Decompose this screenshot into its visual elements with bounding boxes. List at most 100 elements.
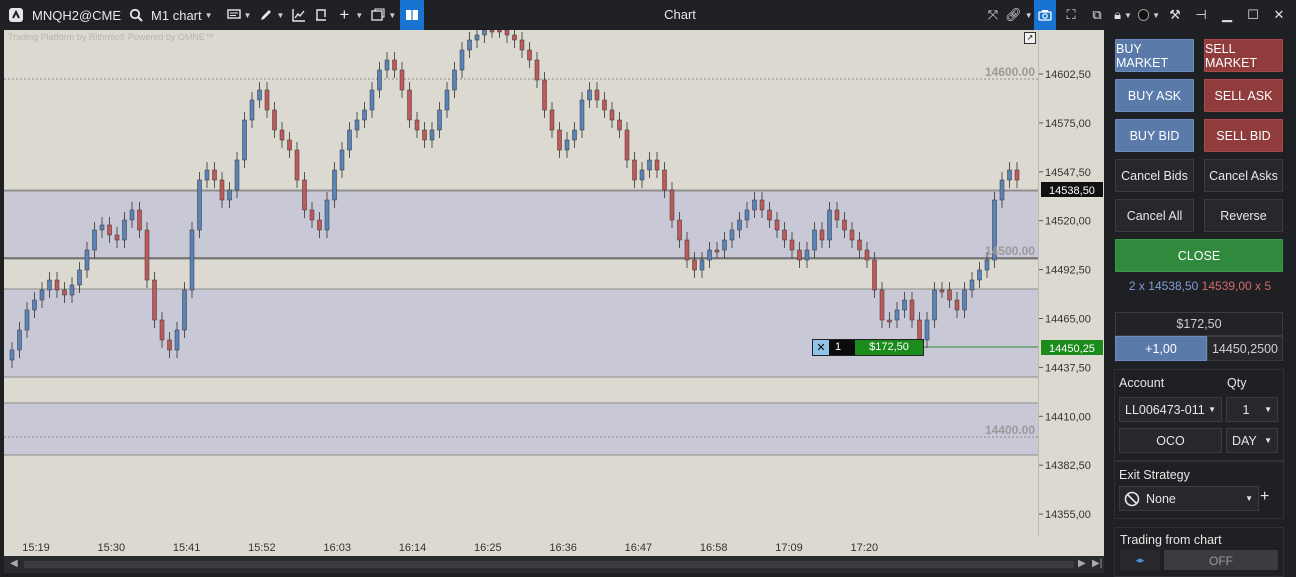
- order-widget[interactable]: ✕ 1 $172,50: [812, 339, 924, 356]
- sell-market-button[interactable]: SELL MARKET: [1204, 39, 1283, 72]
- candle-body: [24, 309, 30, 331]
- candle-body: [519, 39, 525, 51]
- chevron-down-icon: ▼: [1208, 405, 1216, 414]
- exit-strategy-value: None: [1146, 491, 1176, 506]
- exit-strategy-select[interactable]: None ▼: [1119, 486, 1259, 511]
- time-axis[interactable]: 15:19 15:30 15:41 15:52 16:03 16:14 16:25 16:36…: [4, 536, 1104, 556]
- candle-body: [219, 179, 225, 201]
- screenshot-button[interactable]: [1034, 0, 1056, 30]
- lock-button[interactable]: 🔒︎ ▼: [1112, 0, 1134, 30]
- detach-icon: ⧉: [1092, 7, 1102, 22]
- close-window-button[interactable]: ✕: [1268, 0, 1290, 30]
- exit-strategy-label: Exit Strategy: [1119, 468, 1190, 482]
- trading-arrows[interactable]: ◂▸: [1120, 550, 1160, 570]
- chevron-down-icon: ▼: [1264, 405, 1272, 414]
- pencil-icon: [261, 10, 272, 20]
- candle-body: [47, 279, 52, 291]
- candle-body: [557, 129, 562, 151]
- candle-body: [857, 239, 862, 251]
- scroll-right-icon[interactable]: ▶: [1078, 558, 1086, 569]
- indicator-icon: [292, 9, 306, 22]
- add-study-dropdown[interactable]: + ▼: [332, 0, 367, 30]
- chevron-down-icon: ▼: [388, 10, 397, 20]
- link-button[interactable]: 🔗︎ ▼: [1005, 0, 1032, 30]
- cancel-all-button[interactable]: Cancel All: [1115, 199, 1194, 232]
- tools-button[interactable]: ⚒: [1164, 0, 1186, 30]
- buy-market-button[interactable]: BUY MARKET: [1115, 39, 1194, 72]
- candle-body: [564, 139, 570, 151]
- candle-body: [264, 89, 270, 111]
- chart-type-dropdown[interactable]: ▼: [223, 0, 256, 30]
- account-select[interactable]: LL006473-011 ▼: [1119, 397, 1222, 422]
- buy-bid-button[interactable]: BUY BID: [1115, 119, 1194, 152]
- candle-body: [962, 289, 967, 311]
- drawing-tools-dropdown[interactable]: ▼: [255, 0, 288, 30]
- candle-body: [774, 219, 780, 231]
- cancel-bids-button[interactable]: Cancel Bids: [1115, 159, 1194, 192]
- time-tick-label: 16:58: [700, 542, 728, 554]
- chart-scrollbar[interactable]: ◀ ▶ ▶|: [4, 556, 1104, 573]
- fullscreen-button[interactable]: ⛶: [1060, 0, 1082, 30]
- scroll-left-icon[interactable]: ◀: [10, 558, 18, 569]
- color-button[interactable]: ▼: [1138, 0, 1160, 30]
- reverse-button[interactable]: Reverse: [1204, 199, 1283, 232]
- candle-body: [144, 229, 150, 281]
- minimize-button[interactable]: ▁: [1216, 0, 1238, 30]
- expand-chart-icon[interactable]: ↗: [1024, 32, 1036, 44]
- candle-body: [647, 159, 652, 171]
- candlestick-chart[interactable]: 14600.00 14500.00 14400.00 Trading Platf…: [4, 30, 1038, 536]
- buy-ask-button[interactable]: BUY ASK: [1115, 79, 1194, 112]
- candle-body: [587, 89, 592, 101]
- candle-body: [939, 289, 945, 293]
- template-button[interactable]: [310, 0, 332, 30]
- chart-canvas[interactable]: 14600.00 14500.00 14400.00 Trading Platf…: [4, 30, 1038, 536]
- close-icon: ✕: [1273, 7, 1285, 22]
- time-tick-label: 16:36: [549, 542, 577, 554]
- candle-body: [257, 89, 262, 101]
- timeframe-dropdown[interactable]: M1 chart ▼: [147, 0, 217, 30]
- indicators-button[interactable]: [288, 0, 310, 30]
- price-axis[interactable]: 14602,50 14575,00 14547,50 14520,00 14492,50…: [1038, 30, 1104, 536]
- scroll-track[interactable]: [24, 561, 1074, 568]
- circle-icon: [1138, 9, 1150, 21]
- symbol-selector[interactable]: MNQH2@CME: [28, 0, 125, 30]
- candle-body: [294, 149, 300, 181]
- candle-body: [324, 199, 330, 231]
- qty-select[interactable]: 1 ▼: [1226, 397, 1278, 422]
- tif-select[interactable]: DAY ▼: [1226, 428, 1278, 453]
- chevron-down-icon: ▼: [204, 10, 213, 20]
- candle-body: [429, 129, 435, 141]
- scroll-end-icon[interactable]: ▶|: [1092, 558, 1102, 569]
- chevron-down-icon: ▼: [276, 10, 285, 20]
- candle-body: [819, 229, 825, 241]
- oco-button[interactable]: OCO: [1119, 428, 1222, 453]
- dom-toggle-button[interactable]: [400, 0, 425, 30]
- time-tick-label: 17:20: [851, 542, 879, 554]
- candle-body: [632, 159, 637, 181]
- maximize-button[interactable]: ☐: [1242, 0, 1264, 30]
- window-layout-dropdown[interactable]: ▼: [367, 0, 400, 30]
- candle-body: [242, 119, 247, 161]
- position-price-label: 14450,25: [1049, 343, 1095, 355]
- close-icon: ✕: [816, 342, 826, 354]
- add-exit-strategy-button[interactable]: +: [1260, 488, 1269, 506]
- symbol-search-button[interactable]: [125, 0, 147, 30]
- price-tick-label: 14547,50: [1045, 167, 1091, 179]
- candle-body: [947, 289, 952, 301]
- pin-button[interactable]: ⊣: [1190, 0, 1212, 30]
- sell-bid-button[interactable]: SELL BID: [1204, 119, 1283, 152]
- candle-body: [54, 279, 60, 291]
- detach-button[interactable]: ⧉: [1086, 0, 1108, 30]
- candle-body: [872, 259, 877, 291]
- cancel-asks-button[interactable]: Cancel Asks: [1204, 159, 1283, 192]
- trading-toggle[interactable]: OFF: [1164, 550, 1278, 570]
- crosshair-button[interactable]: ⤧: [982, 0, 1004, 30]
- candle-body: [917, 319, 922, 341]
- sell-ask-button[interactable]: SELL ASK: [1204, 79, 1283, 112]
- qty-value: 1: [1242, 402, 1250, 417]
- close-position-button[interactable]: CLOSE: [1115, 239, 1283, 272]
- candle-body: [692, 259, 697, 271]
- candle-body: [302, 179, 307, 211]
- candle-body: [969, 279, 975, 291]
- cancel-order-button[interactable]: ✕: [813, 340, 829, 355]
